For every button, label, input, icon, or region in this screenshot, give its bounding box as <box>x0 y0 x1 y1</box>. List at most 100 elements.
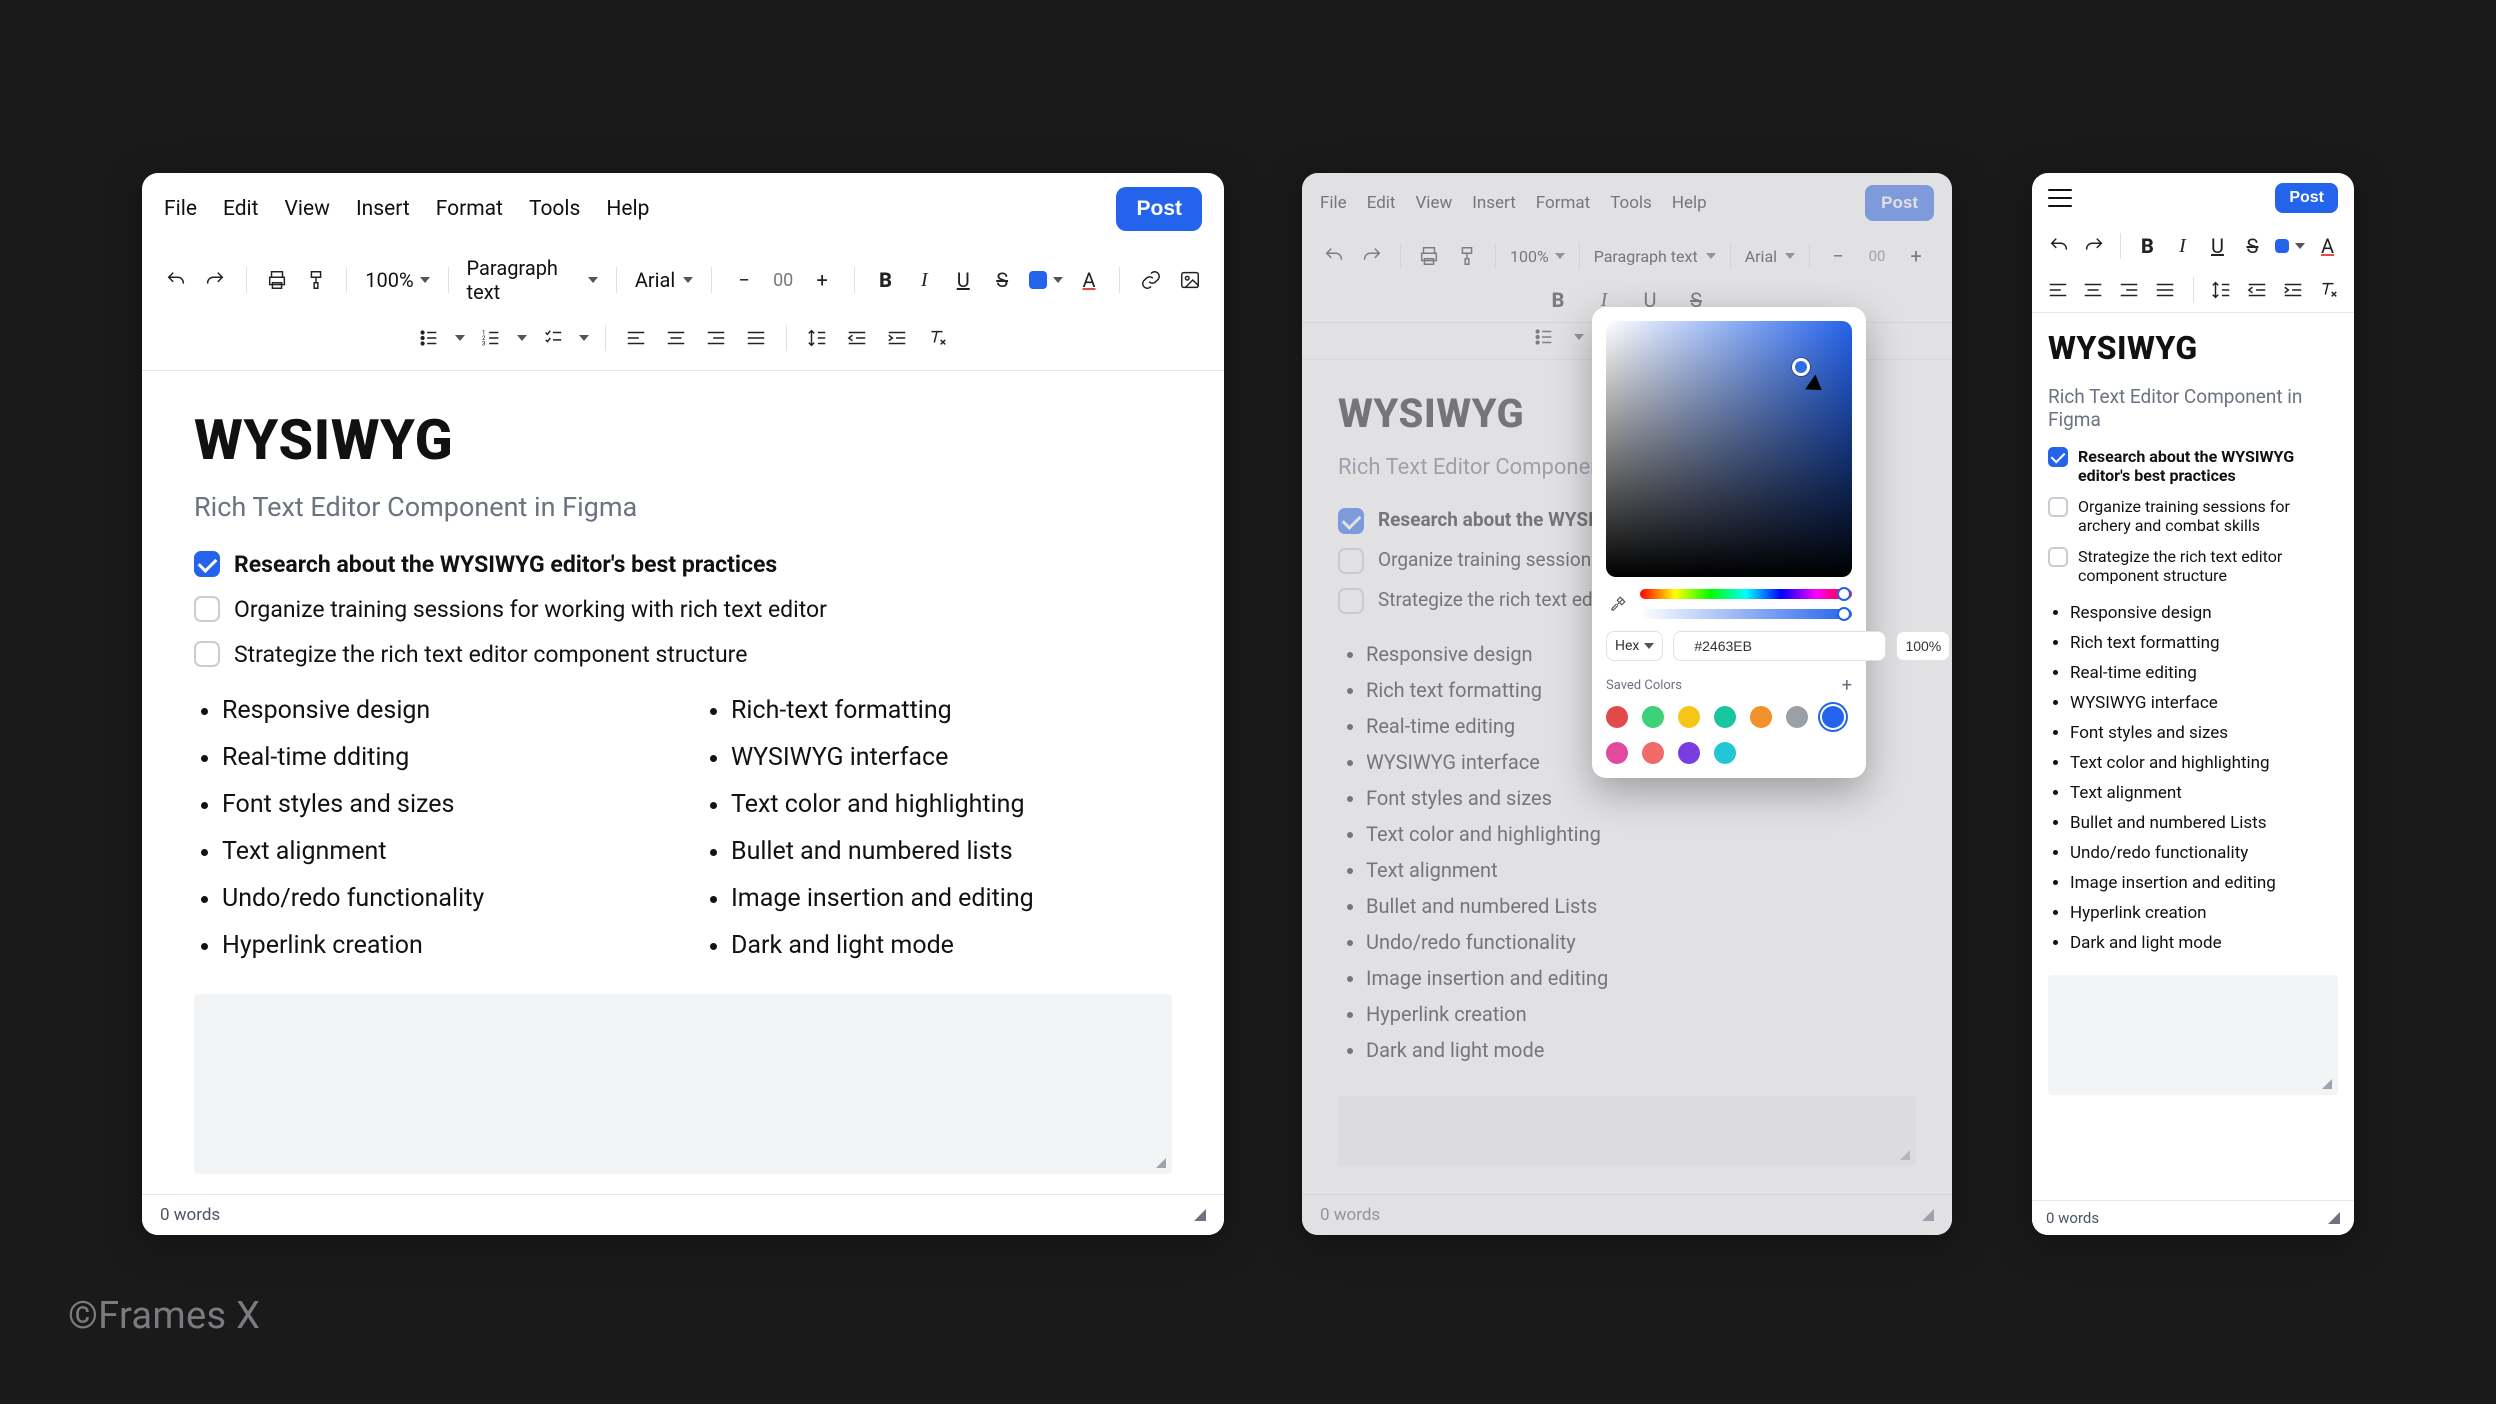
list-item[interactable]: Undo/redo functionality <box>2070 843 2338 863</box>
list-item[interactable]: Text color and highlighting <box>1366 822 1916 846</box>
font-family-select[interactable]: Arial <box>1745 247 1795 266</box>
eyedropper-icon[interactable] <box>1606 592 1630 616</box>
increase-size-icon[interactable]: + <box>808 266 836 294</box>
post-button[interactable]: Post <box>2275 183 2338 213</box>
align-right-icon[interactable] <box>2117 276 2141 304</box>
bullet-list-icon[interactable] <box>415 324 443 352</box>
check-item-label[interactable]: Strategize the rich text edito <box>1378 588 1614 611</box>
text-color-letter-icon[interactable]: A <box>2315 232 2340 260</box>
list-item[interactable]: Real-time dditing <box>222 743 663 772</box>
list-item[interactable]: WYSIWYG interface <box>2070 693 2338 713</box>
alpha-slider[interactable] <box>1640 609 1852 619</box>
list-item[interactable]: Image insertion and editing <box>1366 966 1916 990</box>
bold-icon[interactable]: B <box>2135 232 2160 260</box>
align-left-icon[interactable] <box>622 324 650 352</box>
font-size-stepper[interactable]: − 00 + <box>1824 242 1930 270</box>
menu-tools[interactable]: Tools <box>529 197 580 221</box>
check-item-label[interactable]: Organize training sessions for archery a… <box>2078 497 2338 535</box>
menu-insert[interactable]: Insert <box>356 197 410 221</box>
paint-format-icon[interactable] <box>1453 242 1481 270</box>
image-icon[interactable] <box>1177 266 1202 294</box>
line-spacing-icon[interactable] <box>803 324 831 352</box>
line-spacing-icon[interactable] <box>2209 276 2233 304</box>
indent-increase-icon[interactable] <box>883 324 911 352</box>
menu-edit[interactable]: Edit <box>223 197 259 221</box>
list-item[interactable]: Image insertion and editing <box>731 884 1172 913</box>
checkbox[interactable] <box>194 551 220 577</box>
bullet-list[interactable]: Responsive designRich text formattingRea… <box>2048 603 2338 953</box>
clear-format-icon[interactable] <box>923 324 951 352</box>
color-swatch[interactable] <box>1642 742 1664 764</box>
hex-input[interactable] <box>1673 631 1886 661</box>
zoom-select[interactable]: 100% <box>1510 247 1565 266</box>
menu-view[interactable]: View <box>285 197 330 221</box>
check-item-label[interactable]: Research about the WYSIW <box>1378 508 1610 531</box>
italic-icon[interactable]: I <box>912 266 937 294</box>
align-justify-icon[interactable] <box>2153 276 2177 304</box>
check-item-label[interactable]: Research about the WYSIWYG editor's best… <box>2078 447 2338 485</box>
color-swatch[interactable] <box>1642 706 1664 728</box>
list-item[interactable]: Font styles and sizes <box>2070 723 2338 743</box>
menu-insert[interactable]: Insert <box>1472 193 1516 213</box>
menu-format[interactable]: Format <box>436 197 503 221</box>
undo-icon[interactable] <box>1320 242 1348 270</box>
menu-help[interactable]: Help <box>1672 193 1707 213</box>
checkbox[interactable] <box>2048 547 2068 567</box>
color-swatch[interactable] <box>1678 706 1700 728</box>
sv-handle[interactable] <box>1792 358 1810 376</box>
list-item[interactable]: Rich-text formatting <box>731 696 1172 725</box>
italic-icon[interactable]: I <box>2170 232 2195 260</box>
checkbox[interactable] <box>194 596 220 622</box>
menu-help[interactable]: Help <box>606 197 649 221</box>
align-right-icon[interactable] <box>702 324 730 352</box>
post-button[interactable]: Post <box>1865 185 1934 221</box>
font-size-value[interactable]: 00 <box>1862 247 1892 265</box>
text-color-letter-icon[interactable]: A <box>1077 266 1102 294</box>
numbered-list-icon[interactable]: 123 <box>477 324 505 352</box>
paragraph-style-select[interactable]: Paragraph text <box>1594 247 1716 266</box>
font-family-select[interactable]: Arial <box>635 268 693 292</box>
checklist-caret-icon[interactable] <box>579 335 589 341</box>
redo-icon[interactable] <box>1358 242 1386 270</box>
strikethrough-icon[interactable]: S <box>2240 232 2265 260</box>
color-swatch[interactable] <box>1606 706 1628 728</box>
bullet-list-caret-icon[interactable] <box>455 335 465 341</box>
resize-handle-icon[interactable] <box>2328 1212 2340 1224</box>
list-item[interactable]: Image insertion and editing <box>2070 873 2338 893</box>
list-item[interactable]: Hyperlink creation <box>222 931 663 960</box>
check-item-label[interactable]: Organize training sessions for working w… <box>234 596 827 623</box>
doc-title[interactable]: WYSIWYG <box>194 407 1172 473</box>
decrease-size-icon[interactable]: − <box>730 266 758 294</box>
underline-icon[interactable]: U <box>2205 232 2230 260</box>
list-item[interactable]: Real-time editing <box>2070 663 2338 683</box>
document-content[interactable]: WYSIWYG Rich Text Editor Component in Fi… <box>142 371 1224 1194</box>
list-item[interactable]: Text alignment <box>2070 783 2338 803</box>
resize-handle-icon[interactable] <box>1194 1209 1206 1221</box>
zoom-select[interactable]: 100% <box>365 268 429 292</box>
list-item[interactable]: Bullet and numbered Lists <box>2070 813 2338 833</box>
indent-decrease-icon[interactable] <box>2245 276 2269 304</box>
color-mode-select[interactable]: Hex <box>1606 631 1663 661</box>
paragraph-style-select[interactable]: Paragraph text <box>467 256 598 304</box>
color-swatch[interactable] <box>1750 706 1772 728</box>
doc-title[interactable]: WYSIWYG <box>2048 329 2338 367</box>
document-content[interactable]: WYSIWYG Rich Text Editor Component in Fi… <box>2032 313 2354 1200</box>
list-item[interactable]: Font styles and sizes <box>1366 786 1916 810</box>
list-item[interactable]: Text alignment <box>1366 858 1916 882</box>
resize-handle-icon[interactable] <box>1922 1209 1934 1221</box>
list-item[interactable]: Undo/redo functionality <box>1366 930 1916 954</box>
checkbox[interactable] <box>2048 447 2068 467</box>
clear-format-icon[interactable] <box>2316 276 2340 304</box>
print-icon[interactable] <box>1415 242 1443 270</box>
embed-placeholder[interactable] <box>194 994 1172 1174</box>
doc-subtitle[interactable]: Rich Text Editor Component in Figma <box>194 491 1172 523</box>
color-swatch[interactable] <box>1786 706 1808 728</box>
list-item[interactable]: Bullet and numbered Lists <box>1366 894 1916 918</box>
checkbox[interactable] <box>1338 548 1364 574</box>
list-item[interactable]: Responsive design <box>2070 603 2338 623</box>
decrease-size-icon[interactable]: − <box>1824 242 1852 270</box>
opacity-input[interactable] <box>1896 631 1950 661</box>
align-left-icon[interactable] <box>2046 276 2070 304</box>
redo-icon[interactable] <box>2081 232 2106 260</box>
underline-icon[interactable]: U <box>951 266 976 294</box>
